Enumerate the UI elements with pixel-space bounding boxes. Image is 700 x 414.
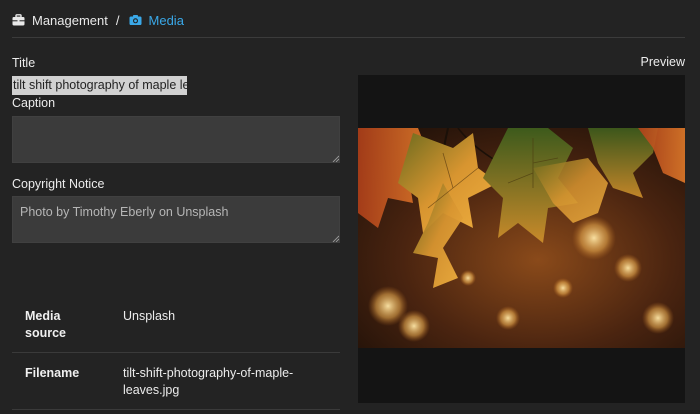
caption-resize-grip-icon[interactable] xyxy=(332,155,339,162)
header-divider xyxy=(12,37,685,38)
preview-image[interactable] xyxy=(358,128,685,348)
camera-icon xyxy=(129,15,142,25)
meta-value: tilt-shift-photography-of-maple- leaves.… xyxy=(123,365,313,399)
meta-value-line: leaves.jpg xyxy=(123,383,180,397)
breadcrumb-item-management[interactable]: Management xyxy=(32,13,108,28)
table-row: Media source Unsplash xyxy=(12,296,340,353)
caption-label: Caption xyxy=(12,96,56,110)
meta-key-line: Filename xyxy=(25,366,80,380)
meta-value-line: Unsplash xyxy=(123,309,176,323)
preview-panel xyxy=(358,75,685,403)
meta-key-line: source xyxy=(25,326,66,340)
meta-value: Unsplash xyxy=(123,308,313,342)
breadcrumb: Management / Media xyxy=(12,8,184,32)
breadcrumb-separator: / xyxy=(115,12,120,28)
table-row: Filename tilt-shift-photography-of-maple… xyxy=(12,353,340,410)
preview-label: Preview xyxy=(640,55,685,69)
meta-key: Filename xyxy=(25,365,123,399)
meta-key: Media source xyxy=(25,308,123,342)
breadcrumb-item-media[interactable]: Media xyxy=(149,13,184,28)
copyright-label: Copyright Notice xyxy=(12,177,105,191)
caption-textarea[interactable] xyxy=(12,116,340,163)
copyright-textarea[interactable]: Photo by Timothy Eberly on Unsplash xyxy=(12,196,340,243)
briefcase-icon xyxy=(12,14,25,26)
copyright-resize-grip-icon[interactable] xyxy=(332,235,339,242)
meta-value-line: tilt-shift-photography-of-maple- xyxy=(123,366,294,380)
media-meta-table: Media source Unsplash Filename tilt-shif… xyxy=(12,296,340,410)
meta-key-line: Media xyxy=(25,309,61,323)
title-input[interactable]: tilt shift photography of maple leaves xyxy=(12,76,187,95)
title-label: Title xyxy=(12,56,36,70)
